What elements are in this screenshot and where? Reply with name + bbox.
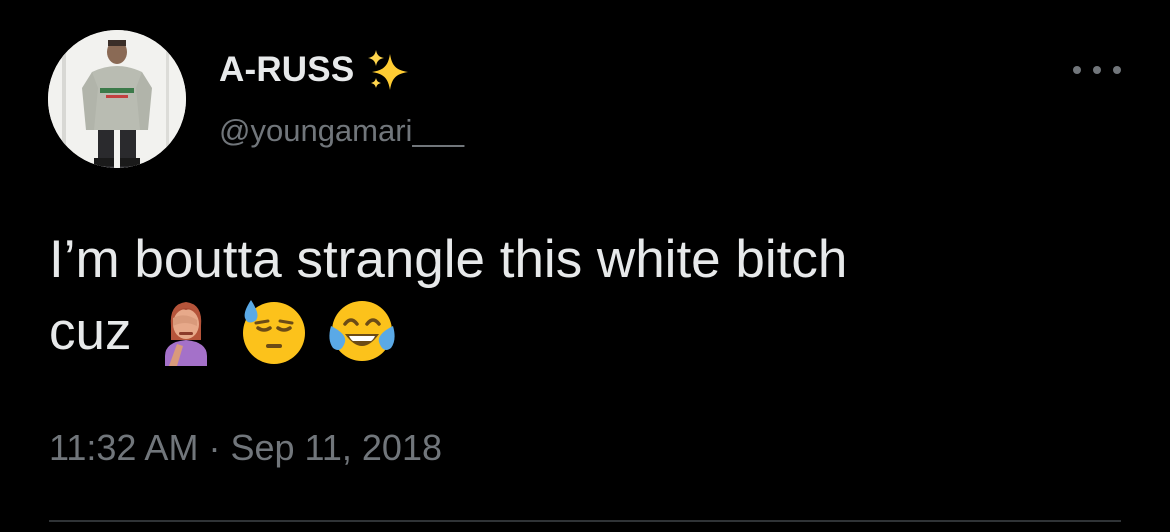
tweet-text-line-1: I’m boutta strangle this white bitch bbox=[49, 230, 848, 289]
tweet-text-cuz: cuz bbox=[49, 302, 132, 361]
tweet-text: I’m boutta strangle this white bitch cuz bbox=[49, 224, 1129, 370]
author-handle[interactable]: @youngamari___ bbox=[219, 113, 464, 149]
tweet-date[interactable]: Sep 11, 2018 bbox=[230, 427, 442, 468]
timestamp-separator: · bbox=[208, 427, 221, 468]
more-dot-icon bbox=[1073, 66, 1081, 74]
woman-facepalming-emoji bbox=[151, 296, 221, 366]
face-with-tears-of-joy-emoji bbox=[327, 296, 397, 366]
tweet-text-line-2: cuz bbox=[49, 296, 1129, 370]
tweet-timestamp[interactable]: 11:32 AM · Sep 11, 2018 bbox=[49, 427, 442, 469]
more-dot-icon bbox=[1093, 66, 1101, 74]
sparkles-icon bbox=[366, 48, 412, 94]
avatar-photo bbox=[48, 30, 186, 168]
author-display-name[interactable]: A-RUSS bbox=[219, 46, 412, 94]
display-name-text[interactable]: A-RUSS bbox=[219, 50, 354, 90]
divider bbox=[49, 520, 1121, 522]
tweet-time[interactable]: 11:32 AM bbox=[49, 427, 198, 468]
downcast-face-with-sweat-emoji bbox=[239, 296, 309, 366]
emoji-row bbox=[151, 296, 397, 366]
avatar[interactable] bbox=[48, 30, 186, 168]
more-dot-icon bbox=[1113, 66, 1121, 74]
tweet-card: A-RUSS @youngamari___ I’m boutta strangl… bbox=[0, 0, 1170, 532]
more-options-button[interactable] bbox=[1073, 52, 1121, 88]
